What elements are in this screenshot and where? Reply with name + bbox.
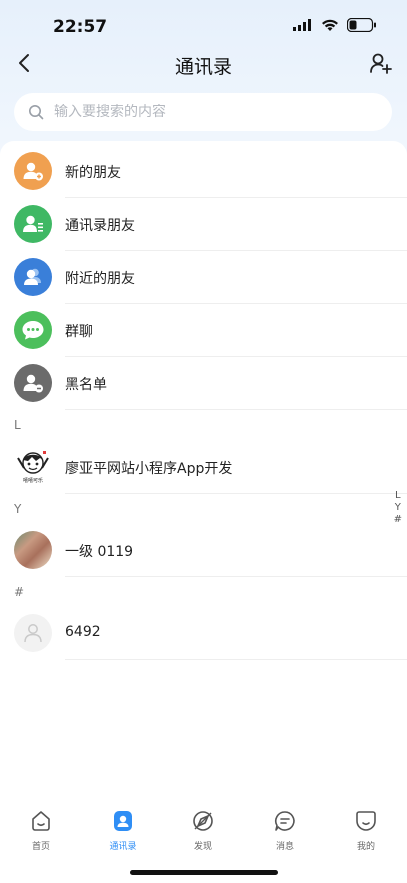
index-letter[interactable]: L: [395, 490, 401, 502]
alphabet-index[interactable]: L Y #: [394, 490, 402, 526]
add-friend-icon[interactable]: [369, 51, 393, 75]
page-title: 通讯录: [174, 56, 232, 78]
blacklist-item[interactable]: 黑名单: [0, 357, 407, 410]
contacts-friends-item[interactable]: 通讯录朋友: [0, 198, 407, 251]
avatar-caption: 嘻嘻可乐: [22, 478, 43, 484]
nearby-friend-icon: [14, 258, 52, 296]
divider: [65, 659, 407, 660]
tab-discover[interactable]: 发现: [178, 809, 228, 852]
contact-name: 廖亚平网站小程序App开发: [65, 461, 233, 477]
contact-name: 一级 0119: [65, 544, 134, 560]
new-friend-icon: [14, 152, 52, 190]
new-friends-item[interactable]: 新的朋友: [0, 145, 407, 198]
discover-icon: [193, 811, 213, 831]
status-icons: [293, 18, 377, 32]
nearby-friends-item[interactable]: 附近的朋友: [0, 251, 407, 304]
tab-contacts-label: 通讯录: [109, 842, 137, 852]
search-bar[interactable]: [14, 93, 392, 131]
contacts-tab-icon: [114, 811, 132, 831]
group-chat-item[interactable]: 群聊: [0, 304, 407, 357]
section-header-l: L: [14, 418, 21, 432]
divider: [65, 576, 407, 577]
section-header-hash: #: [14, 585, 25, 599]
tab-discover-label: 发现: [193, 842, 212, 852]
tab-profile-label: 我的: [356, 842, 375, 852]
group-chat-label: 群聊: [65, 324, 93, 340]
signal-icon: [293, 19, 311, 31]
contact-list: 新的朋友 通讯录朋友 附近的朋友 群聊 黑名单 L 嘻嘻可乐 廖亚平网站小程序A…: [0, 141, 407, 883]
tab-messages-label: 消息: [275, 842, 294, 852]
contact-item[interactable]: 嘻嘻可乐 廖亚平网站小程序App开发: [0, 441, 407, 494]
blacklist-icon: [14, 364, 52, 402]
divider: [65, 409, 407, 410]
contacts-friends-label: 通讯录朋友: [65, 218, 135, 234]
group-chat-icon: [14, 311, 52, 349]
photo-avatar: [14, 531, 52, 569]
status-time: 22:57: [53, 17, 108, 37]
message-icon: [274, 811, 295, 831]
nav-bar: 通讯录: [0, 44, 407, 84]
tab-profile[interactable]: 我的: [341, 809, 391, 852]
profile-icon: [356, 811, 376, 831]
contact-item[interactable]: 6492: [0, 607, 407, 660]
section-header-y: Y: [14, 502, 22, 516]
tab-home-label: 首页: [31, 842, 50, 852]
home-indicator: [130, 870, 278, 875]
contact-name: 6492: [65, 624, 101, 640]
contacts-friend-icon: [14, 205, 52, 243]
divider: [65, 493, 407, 494]
battery-icon: [347, 18, 376, 32]
home-icon: [32, 811, 50, 831]
index-letter[interactable]: Y: [395, 502, 401, 514]
tab-home[interactable]: 首页: [16, 809, 66, 852]
nearby-friends-label: 附近的朋友: [65, 271, 135, 287]
search-icon: [29, 105, 44, 120]
contact-item[interactable]: 一级 0119: [0, 524, 407, 577]
search-input[interactable]: [54, 104, 354, 120]
cartoon-avatar: 嘻嘻可乐: [14, 448, 52, 486]
new-friends-label: 新的朋友: [65, 165, 121, 181]
tab-contacts[interactable]: 通讯录: [98, 809, 148, 852]
index-letter[interactable]: #: [394, 514, 402, 526]
default-avatar: [14, 614, 52, 652]
blacklist-label: 黑名单: [65, 377, 107, 393]
tab-messages[interactable]: 消息: [260, 809, 310, 852]
wifi-icon: [322, 19, 338, 31]
